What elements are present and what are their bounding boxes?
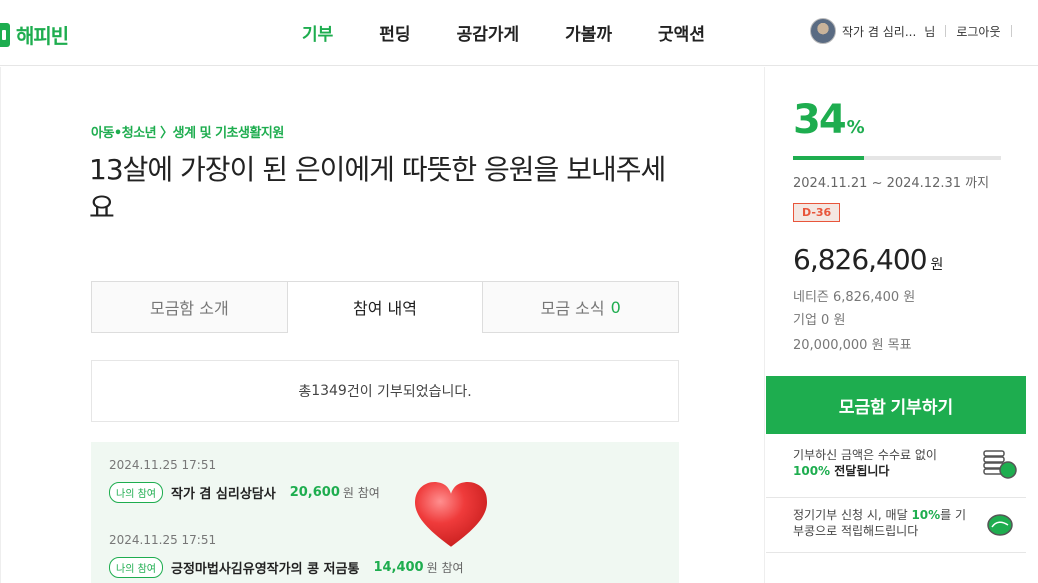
donation-amount: 20,600 [289,485,340,500]
donor-name: 작가 겸 심리상담사 [170,487,276,502]
divider [766,552,1026,553]
tab-count: 0 [610,297,621,317]
info-text: 정기기부 신청 시, 매달 [793,508,912,522]
campaign-content: 아동•청소년 〉생계 및 기초생활지원 13살에 가장이 된 은이에게 따뜻한 … [0,67,765,583]
progress-percent: 34% [793,97,865,143]
goal-amount: 20,000,000 원 목표 [793,338,912,353]
summary-suffix: 건이 기부되었습니다. [346,384,472,400]
campaign-tabs: 모금함 소개 참여 내역 모금 소식 0 [91,281,680,333]
list-item: 2024.11.25 17:51 나의 참여 작가 겸 심리상담사 20,600… [109,458,380,503]
tab-introduction[interactable]: 모금함 소개 [91,281,288,333]
tab-label: 참여 내역 [353,299,417,318]
my-participation-badge: 나의 참여 [109,482,163,503]
donate-button[interactable]: 모금함 기부하기 [766,376,1026,434]
user-suffix: 님 [924,24,936,39]
donation-date: 2024.11.25 17:51 [109,533,217,547]
tab-label: 모금함 소개 [149,299,229,318]
avatar[interactable] [810,18,836,44]
nav-item-good-action[interactable]: 굿액션 [658,20,705,45]
heart-icon [415,482,487,547]
company-amount: 기업 0 원 [793,313,846,328]
logout-link[interactable]: 로그아웃 [956,23,1000,40]
participation-summary: 총 1349 건이 기부되었습니다. [91,360,679,422]
percent-unit: % [846,117,865,138]
dday-badge: D-36 [793,203,841,222]
progress-bar-fill [793,156,864,160]
top-header: 해피빈 기부 펀딩 공감가게 가볼까 굿액션 작가 겸 심리... 님 로그아웃 [0,0,1038,66]
info-tail: 전달됩니다 [830,464,890,478]
my-participation-badge: 나의 참여 [109,557,163,578]
donation-list: 2024.11.25 17:51 나의 참여 작가 겸 심리상담사 20,600… [91,442,679,583]
campaign-period: 2024.11.21 ~ 2024.12.31 까지 [793,176,990,191]
nav-item-store[interactable]: 공감가게 [457,20,520,45]
list-item: 2024.11.25 17:51 나의 참여 긍정마법사김유영작가의 콩 저금통… [109,533,464,578]
campaign-category[interactable]: 아동•청소년 〉생계 및 기초생활지원 [91,122,284,141]
bean-icon [987,514,1013,536]
logo-mark-icon [0,22,10,47]
amount-unit: 원 참여 [426,561,464,575]
bean-info: 정기기부 신청 시, 매달 10%를 기부콩으로 적립해드립니다 [793,507,1018,539]
info-highlight: 100% [793,464,831,478]
coins-icon [983,450,1017,479]
divider [766,497,1026,498]
info-text: 기부하신 금액은 수수료 없이 [793,448,937,462]
progress-bar [793,156,1001,160]
info-highlight: 10% [911,508,941,522]
logo-text: 해피빈 [16,24,69,48]
donor-name: 긍정마법사김유영작가의 콩 저금통 [170,562,360,577]
netizen-amount: 네티즌 6,826,400 원 [793,290,916,305]
tab-news[interactable]: 모금 소식 0 [482,281,680,333]
donation-date: 2024.11.25 17:51 [109,458,217,472]
nav-item-donate[interactable]: 기부 [302,20,333,45]
donation-amount: 14,400 [373,560,424,575]
donation-sidebar: 34% 2024.11.21 ~ 2024.12.31 까지 D-36 6,82… [766,67,1038,583]
summary-count: 1349 [311,383,347,399]
amount-unit: 원 참여 [342,486,380,500]
main-nav: 기부 펀딩 공감가게 가볼까 굿액션 [290,20,705,45]
user-name[interactable]: 작가 겸 심리... [842,23,916,40]
user-menu: 작가 겸 심리... 님 로그아웃 [810,18,1012,44]
percent-value: 34 [793,97,847,143]
total-raised: 6,826,400 원 [793,243,944,276]
logo[interactable]: 해피빈 [0,20,69,49]
divider [945,25,947,37]
tab-participation[interactable]: 참여 내역 [287,281,483,333]
total-unit: 원 [930,257,944,273]
fee-info: 기부하신 금액은 수수료 없이 100% 전달됩니다 [793,447,1018,479]
campaign-title: 13살에 가장이 된 은이에게 따뜻한 응원을 보내주세요 [89,153,666,224]
nav-item-funding[interactable]: 펀딩 [379,20,410,45]
divider [1010,25,1012,37]
tab-label: 모금 소식 [540,299,605,318]
nav-item-visit[interactable]: 가볼까 [565,20,612,45]
total-amount: 6,826,400 [793,243,928,276]
summary-prefix: 총 [298,384,312,400]
